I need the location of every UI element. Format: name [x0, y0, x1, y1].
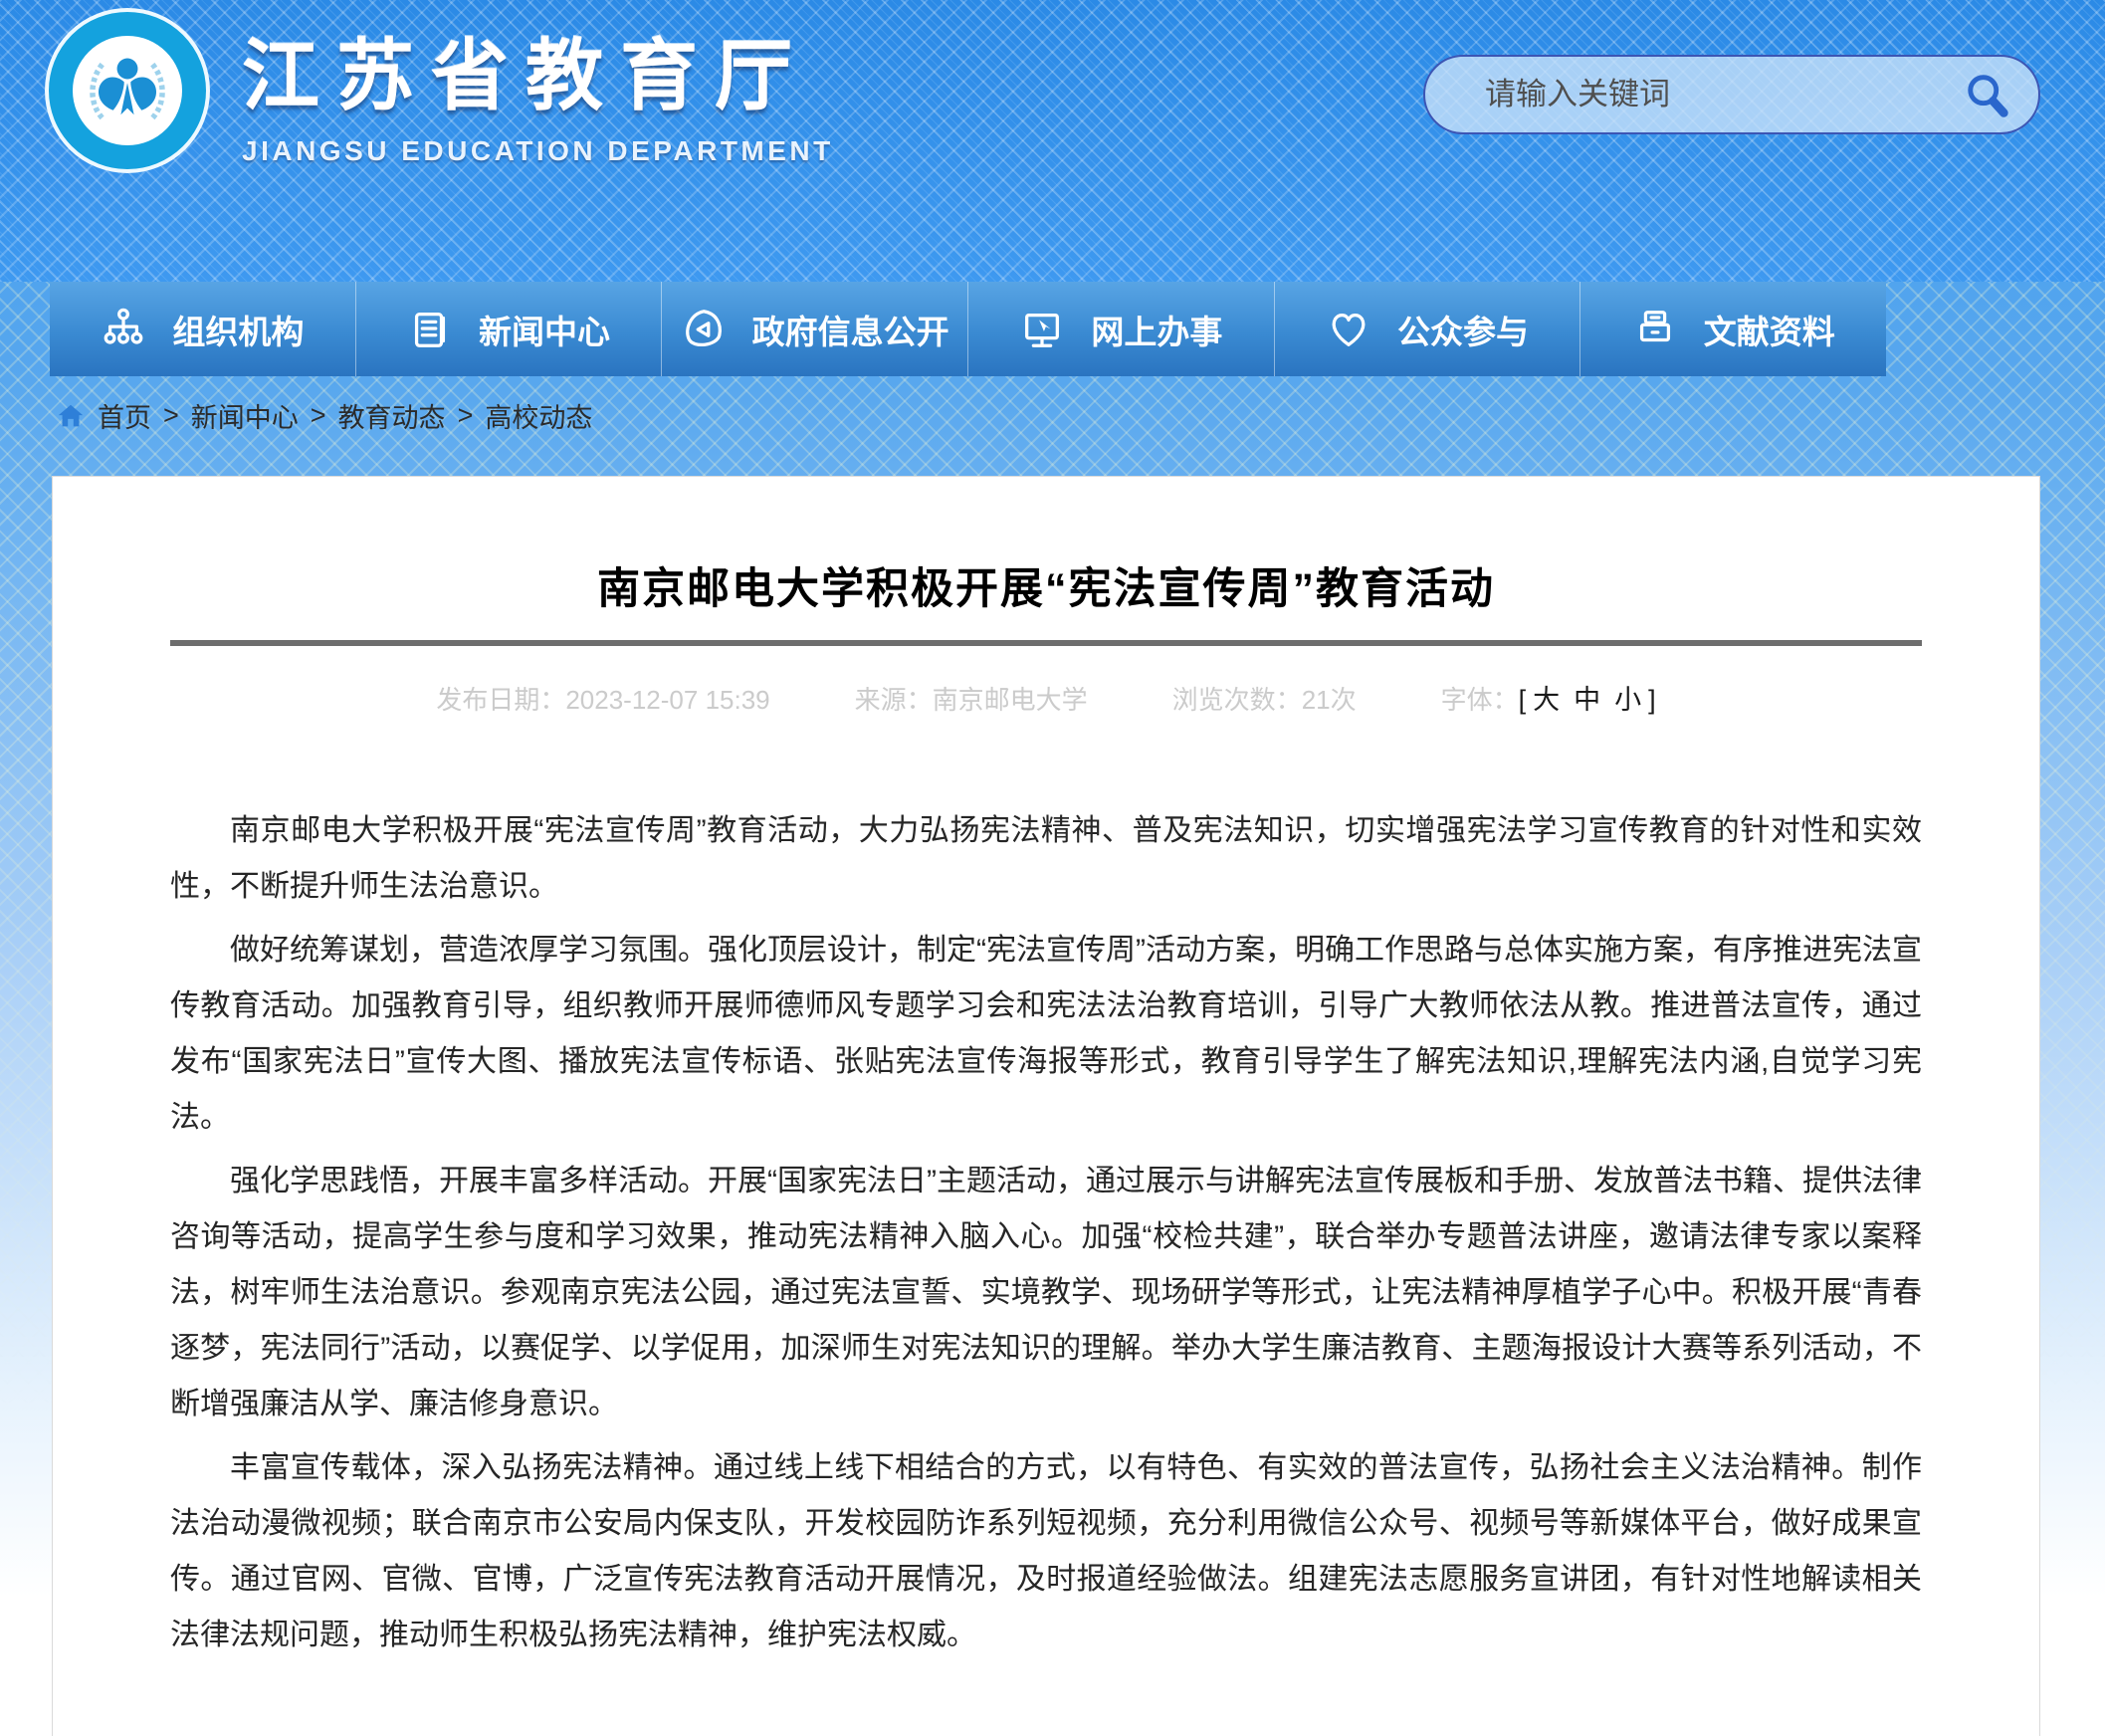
nav-label: 新闻中心 [479, 306, 610, 353]
title-divider [170, 640, 1922, 646]
article-panel: 南京邮电大学积极开展“宪法宣传周”教育活动 发布日期：2023-12-07 15… [52, 476, 2040, 1736]
source-label: 来源： [855, 685, 933, 715]
font-size-control: 字体：[大中小] [1441, 682, 1656, 718]
info-disclosure-icon [681, 307, 727, 352]
publish-date-label: 发布日期： [436, 685, 565, 715]
font-bracket-close: ] [1648, 685, 1656, 715]
news-icon [407, 307, 453, 352]
nav-label: 文献资料 [1704, 306, 1835, 353]
breadcrumb: 首页 > 新闻中心 > 教育动态 > 高校动态 [56, 396, 592, 435]
font-size-medium[interactable]: 中 [1574, 685, 1600, 715]
search-input[interactable] [1485, 77, 1961, 112]
site-title: 江苏省教育厅 JIANGSU EDUCATION DEPARTMENT [242, 14, 834, 167]
publish-date: 发布日期：2023-12-07 15:39 [436, 682, 769, 718]
font-size-label: 字体： [1441, 685, 1519, 715]
nav-label: 政府信息公开 [752, 306, 949, 353]
publish-date-value: 2023-12-07 15:39 [565, 685, 769, 715]
site-name-en: JIANGSU EDUCATION DEPARTMENT [242, 135, 834, 167]
org-chart-icon [101, 307, 146, 352]
search-icon [1961, 69, 2012, 120]
nav-item-document-resources[interactable]: 文献资料 [1580, 282, 1886, 376]
home-icon[interactable] [56, 401, 86, 431]
online-service-icon [1019, 307, 1065, 352]
breadcrumb-home[interactable]: 首页 [98, 396, 151, 435]
jiangsu-education-logo[interactable] [45, 8, 210, 173]
source: 来源：南京邮电大学 [855, 682, 1088, 718]
nav-item-organization[interactable]: 组织机构 [50, 282, 356, 376]
nav-item-online-services[interactable]: 网上办事 [968, 282, 1275, 376]
nav-label: 公众参与 [1397, 306, 1529, 353]
breadcrumb-news-center[interactable]: 新闻中心 [191, 396, 299, 435]
article-paragraph: 强化学思践悟，开展丰富多样活动。开展“国家宪法日”主题活动，通过展示与讲解宪法宣… [170, 1154, 1922, 1432]
font-bracket-open: [ [1519, 685, 1527, 715]
breadcrumb-separator: > [458, 400, 474, 431]
nav-item-gov-info-disclosure[interactable]: 政府信息公开 [662, 282, 968, 376]
view-count: 浏览次数：21次 [1172, 682, 1357, 718]
article-body: 南京邮电大学积极开展“宪法宣传周”教育活动，大力弘扬宪法精神、普及宪法知识，切实… [170, 803, 1922, 1663]
logo-emblem [73, 36, 182, 145]
font-size-small[interactable]: 小 [1614, 685, 1641, 715]
source-value: 南京邮电大学 [933, 685, 1088, 715]
article-paragraph: 做好统筹谋划，营造浓厚学习氛围。强化顶层设计，制定“宪法宣传周”活动方案，明确工… [170, 923, 1922, 1146]
nav-item-news-center[interactable]: 新闻中心 [356, 282, 663, 376]
site-header: 江苏省教育厅 JIANGSU EDUCATION DEPARTMENT [0, 0, 2105, 282]
article-paragraph: 南京邮电大学积极开展“宪法宣传周”教育活动，大力弘扬宪法精神、普及宪法知识，切实… [170, 803, 1922, 915]
article-title: 南京邮电大学积极开展“宪法宣传周”教育活动 [53, 564, 2039, 614]
breadcrumb-separator: > [163, 400, 179, 431]
logo-figure-icon [73, 36, 182, 145]
page: 江苏省教育厅 JIANGSU EDUCATION DEPARTMENT 组织机构 [0, 0, 2105, 1736]
breadcrumb-university-trends[interactable]: 高校动态 [485, 396, 592, 435]
view-count-label: 浏览次数： [1172, 685, 1302, 715]
nav-label: 网上办事 [1091, 306, 1222, 353]
article-meta: 发布日期：2023-12-07 15:39 来源：南京邮电大学 浏览次数：21次… [53, 682, 2039, 718]
search-button[interactable] [1961, 69, 2012, 120]
nav-label: 组织机构 [172, 306, 304, 353]
heart-icon [1326, 307, 1371, 352]
breadcrumb-education-trends[interactable]: 教育动态 [338, 396, 446, 435]
article-paragraph: 丰富宣传载体，深入弘扬宪法精神。通过线上线下相结合的方式，以有特色、有实效的普法… [170, 1440, 1922, 1663]
search-box [1423, 55, 2040, 134]
site-name: 江苏省教育厅 [242, 14, 834, 125]
font-size-large[interactable]: 大 [1533, 685, 1560, 715]
breadcrumb-separator: > [311, 400, 326, 431]
view-count-value: 21次 [1302, 685, 1357, 715]
main-nav: 组织机构 新闻中心 政府信息公开 网上办事 [50, 282, 1886, 376]
archive-icon [1632, 307, 1678, 352]
nav-item-public-participation[interactable]: 公众参与 [1275, 282, 1581, 376]
